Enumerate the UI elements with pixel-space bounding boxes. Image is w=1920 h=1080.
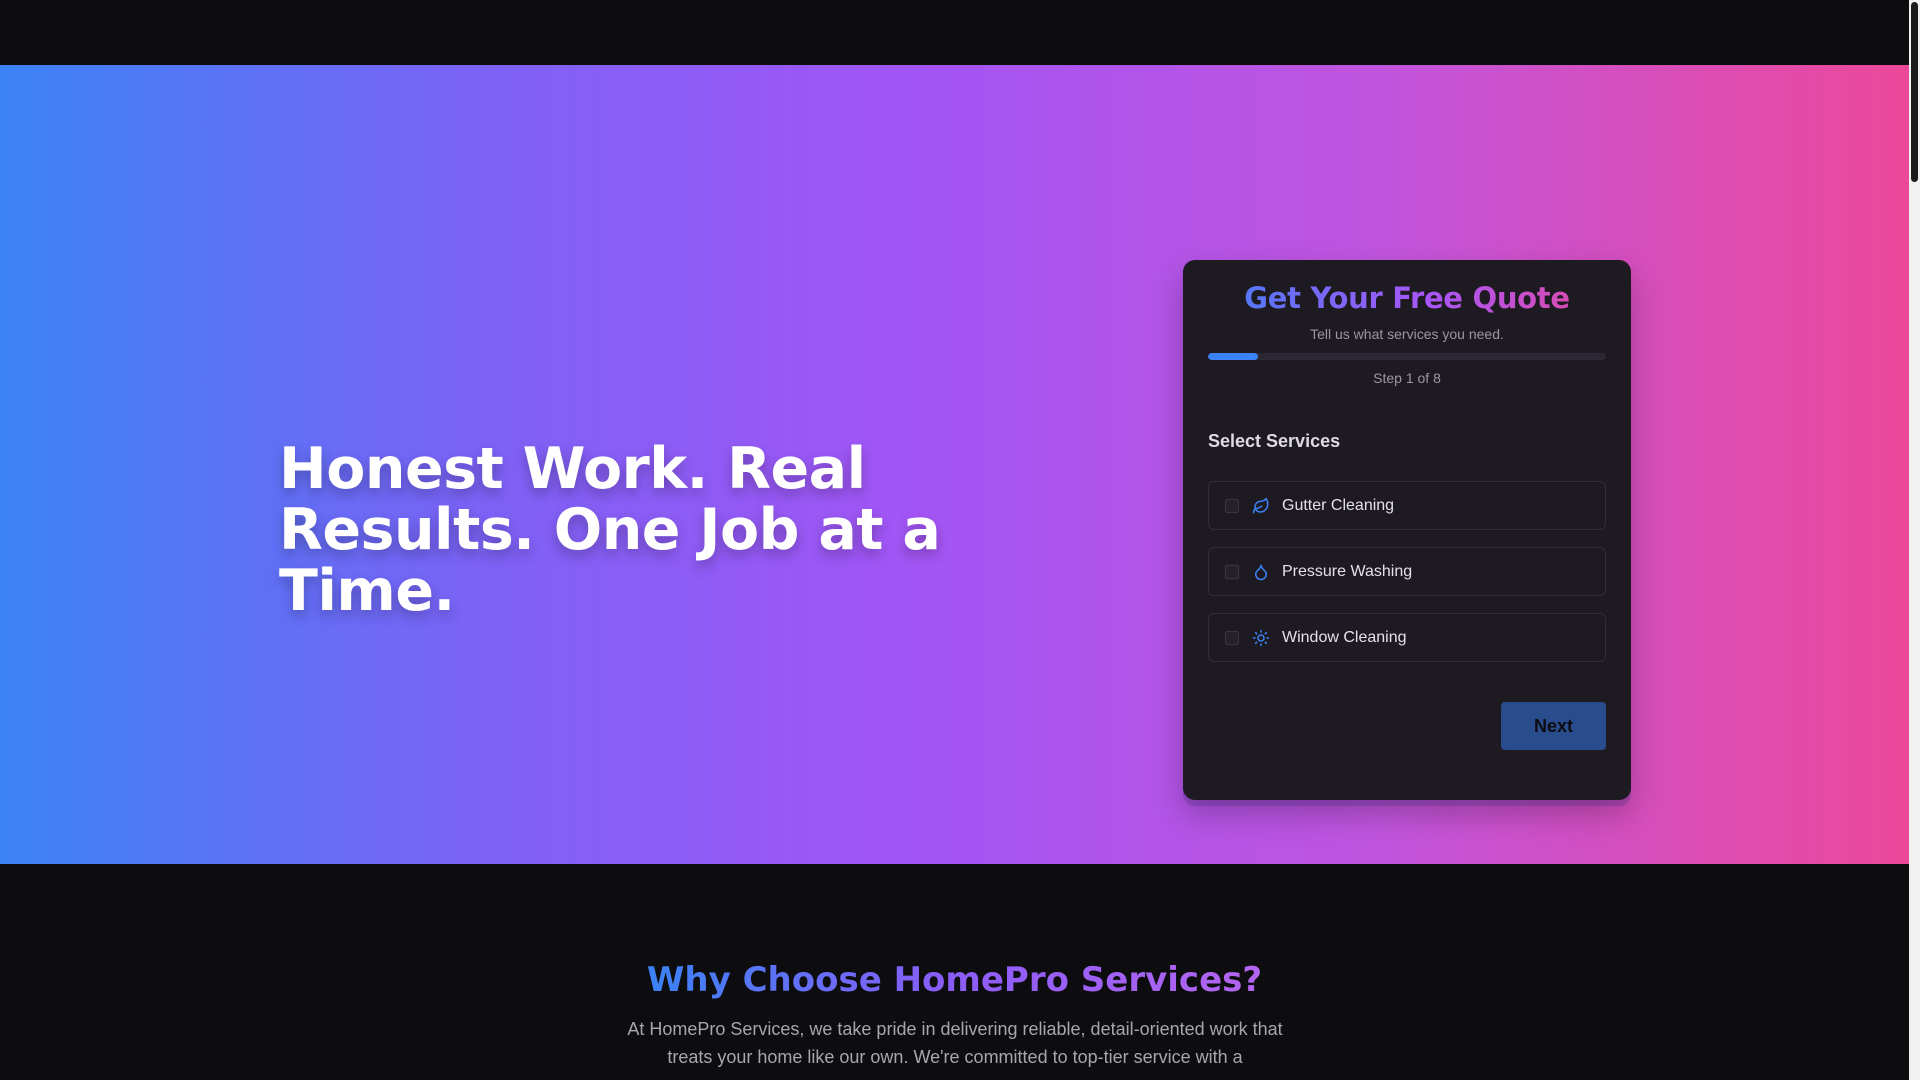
service-option-label: Pressure Washing (1282, 562, 1413, 580)
service-options-list: Gutter Cleaning Pressure Washing Window … (1208, 481, 1606, 679)
select-services-label: Select Services (1208, 431, 1341, 451)
quote-form-title: Get Your Free Quote (1183, 280, 1631, 316)
progress-bar (1208, 353, 1606, 360)
window-cleaning-checkbox[interactable] (1225, 630, 1239, 645)
service-option-pressure-washing[interactable]: Pressure Washing (1208, 547, 1606, 596)
droplet-icon (1251, 562, 1271, 582)
service-option-gutter-cleaning[interactable]: Gutter Cleaning (1208, 481, 1606, 530)
step-indicator: Step 1 of 8 (1373, 370, 1441, 386)
scrollbar[interactable] (1909, 0, 1920, 1080)
leaf-icon (1251, 496, 1271, 516)
hero-section: Honest Work. Real Results. One Job at a … (0, 65, 1909, 864)
pressure-washing-checkbox[interactable] (1225, 564, 1239, 579)
top-nav-bar (0, 0, 1909, 65)
quote-form-card: Get Your Free Quote Tell us what service… (1183, 260, 1631, 800)
why-choose-title-text: Why Choose HomePro Services? (646, 960, 1263, 1000)
why-choose-body: At HomePro Services, we take pride in de… (627, 1019, 1283, 1067)
quote-form-subtitle: Tell us what services you need. (1310, 326, 1504, 342)
next-button[interactable]: Next (1501, 702, 1606, 750)
page: Honest Work. Real Results. One Job at a … (0, 0, 1920, 1080)
service-option-label: Window Cleaning (1282, 628, 1407, 646)
sun-icon (1251, 628, 1271, 648)
progress-bar-fill (1208, 353, 1258, 360)
scrollbar-thumb[interactable] (1911, 2, 1918, 182)
service-option-window-cleaning[interactable]: Window Cleaning (1208, 613, 1606, 662)
why-choose-title: Why Choose HomePro Services? (0, 958, 1909, 1002)
service-option-label: Gutter Cleaning (1282, 496, 1395, 514)
gutter-cleaning-checkbox[interactable] (1225, 498, 1239, 513)
hero-headline: Honest Work. Real Results. One Job at a … (279, 436, 941, 624)
